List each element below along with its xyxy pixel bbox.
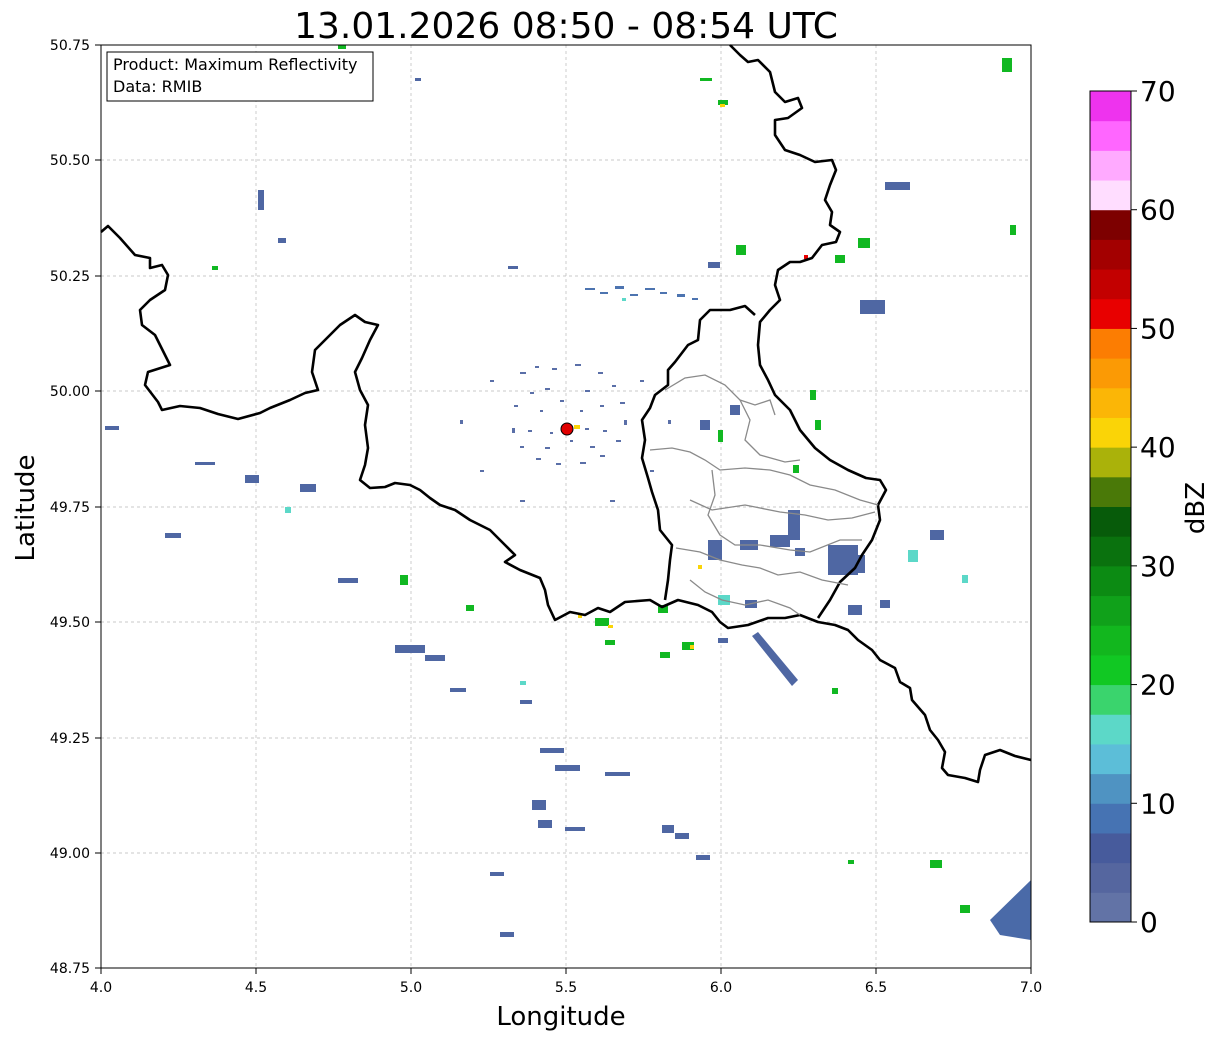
y-tick-label: 49.25 <box>50 731 90 747</box>
y-tick-label: 50.00 <box>50 384 90 400</box>
y-tick-label: 48.75 <box>50 961 90 977</box>
radar-site-marker <box>560 422 574 436</box>
colorbar-bins <box>1090 91 1131 923</box>
colorbar-tick-label: 30 <box>1140 550 1176 583</box>
colorbar-bin <box>1090 536 1131 567</box>
y-tick-label: 50.75 <box>50 38 90 54</box>
colorbar-bin <box>1090 565 1131 597</box>
colorbar-bin <box>1090 743 1131 775</box>
colorbar-bin <box>1090 298 1131 329</box>
colorbar-bin <box>1090 358 1131 389</box>
y-tick-label: 50.25 <box>50 269 90 285</box>
colorbar-tick-label: 70 <box>1140 75 1176 108</box>
x-tick-label: 7.0 <box>1020 980 1042 996</box>
colorbar-bin <box>1090 654 1131 686</box>
colorbar-tick-label: 40 <box>1140 431 1176 464</box>
radar-map-figure: 13.01.2026 08:50 - 08:54 UTC Product: Ma… <box>11 6 1211 1032</box>
x-tick-label: 4.5 <box>245 980 267 996</box>
colorbar-tick-label: 20 <box>1140 669 1176 702</box>
x-axis: 4.0 4.5 5.0 5.5 6.0 6.5 7.0 Longitude <box>90 968 1042 1032</box>
y-tick-label: 49.50 <box>50 615 90 631</box>
plot-area: Product: Maximum Reflectivity Data: RMIB <box>100 44 1032 969</box>
x-tick-label: 6.0 <box>710 980 732 996</box>
colorbar-tick-label: 60 <box>1140 194 1176 227</box>
colorbar-bin <box>1090 447 1131 478</box>
colorbar-ticks: 0 10 20 30 40 50 60 70 <box>1131 75 1176 939</box>
colorbar-bin <box>1090 120 1131 151</box>
y-tick-label: 49.75 <box>50 500 90 516</box>
colorbar-bin <box>1090 862 1131 893</box>
colorbar-bin <box>1090 150 1131 181</box>
colorbar-bin <box>1090 417 1131 448</box>
colorbar-bin <box>1090 209 1131 240</box>
colorbar-tick-label: 50 <box>1140 312 1176 345</box>
colorbar-bin <box>1090 180 1131 211</box>
x-tick-label: 6.5 <box>865 980 887 996</box>
y-tick-label: 50.50 <box>50 153 90 169</box>
map-title: 13.01.2026 08:50 - 08:54 UTC <box>294 6 838 47</box>
x-tick-label: 4.0 <box>90 980 112 996</box>
colorbar: 0 10 20 30 40 50 60 70 dBZ <box>1089 75 1211 939</box>
colorbar-bin <box>1090 803 1131 834</box>
colorbar-bin <box>1090 239 1131 270</box>
colorbar-tick-label: 10 <box>1140 787 1176 820</box>
colorbar-bin <box>1090 595 1131 626</box>
x-axis-label: Longitude <box>496 1002 625 1032</box>
colorbar-tick-label: 0 <box>1140 906 1158 939</box>
info-data-source: Data: RMIB <box>113 77 202 96</box>
x-tick-label: 5.5 <box>555 980 577 996</box>
colorbar-bin <box>1090 625 1131 656</box>
colorbar-bin <box>1090 684 1131 715</box>
y-axis: 50.75 50.50 50.25 50.00 49.75 49.50 49.2… <box>11 38 101 977</box>
colorbar-bin <box>1090 506 1131 537</box>
colorbar-label: dBZ <box>1181 482 1211 534</box>
colorbar-bin <box>1090 91 1131 122</box>
colorbar-bin <box>1090 714 1131 745</box>
colorbar-bin <box>1090 892 1131 923</box>
y-tick-label: 49.00 <box>50 846 90 862</box>
colorbar-bin <box>1090 476 1131 507</box>
info-box: Product: Maximum Reflectivity Data: RMIB <box>106 51 374 102</box>
x-tick-label: 5.0 <box>400 980 422 996</box>
colorbar-bin <box>1090 387 1131 418</box>
colorbar-bin <box>1090 773 1131 804</box>
colorbar-bin <box>1090 269 1131 300</box>
colorbar-bin <box>1090 328 1131 359</box>
colorbar-bin <box>1090 832 1131 864</box>
y-axis-label: Latitude <box>11 454 41 561</box>
info-product: Product: Maximum Reflectivity <box>113 55 357 74</box>
